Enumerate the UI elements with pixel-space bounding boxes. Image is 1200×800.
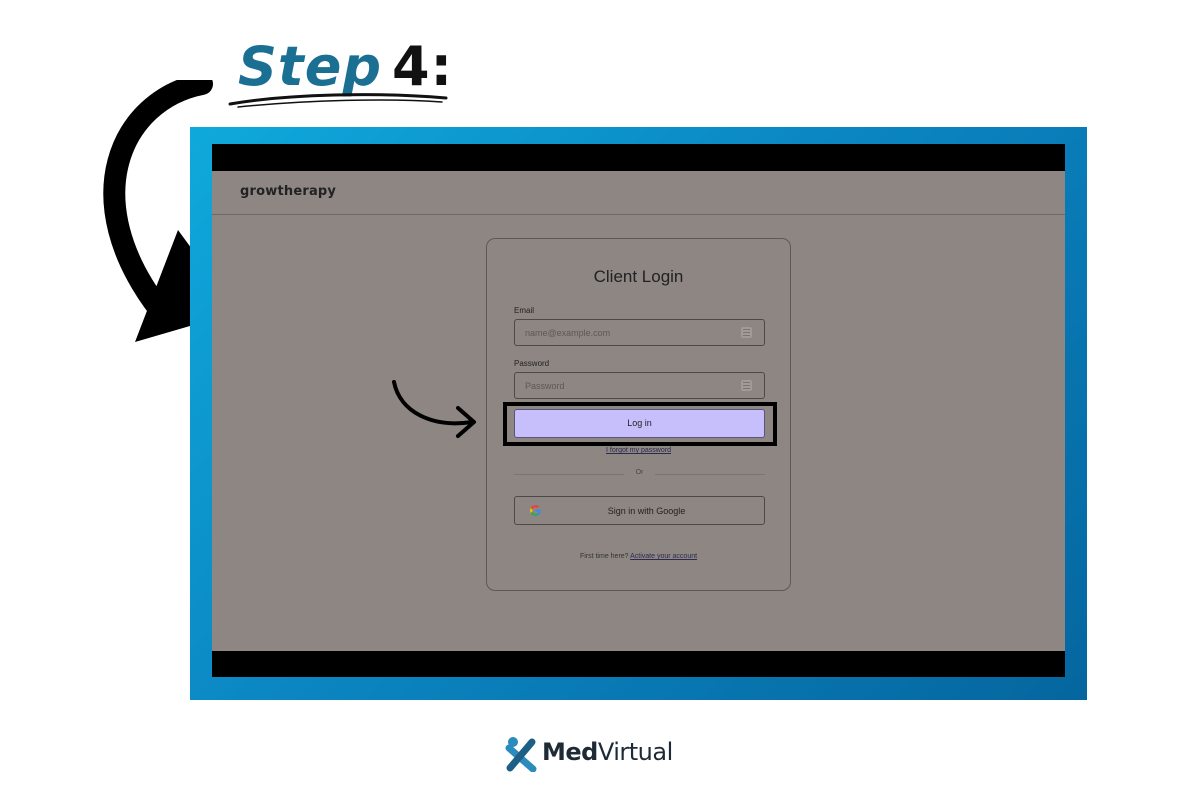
login-card: Client Login Email name@example.com Pass… xyxy=(486,238,791,591)
first-time-row: First time here? Activate your account xyxy=(487,553,790,560)
email-field[interactable]: name@example.com xyxy=(514,319,765,346)
divider-line xyxy=(655,474,765,475)
brand-logo[interactable]: growtherapy xyxy=(240,184,336,199)
google-button-label: Sign in with Google xyxy=(607,506,686,516)
step-number: 4: xyxy=(391,35,454,98)
app-header: growtherapy xyxy=(212,171,1065,215)
logo-text-regular: Virtual xyxy=(597,738,673,766)
step-word: Step xyxy=(238,35,382,98)
logo-text-bold: Med xyxy=(542,738,598,766)
step-heading: Step 4: xyxy=(238,36,453,98)
email-label: Email xyxy=(514,306,535,315)
medvirtual-logo-icon xyxy=(505,737,537,772)
screenshot-frame: growtherapy Client Login Email name@exam… xyxy=(190,127,1087,700)
letterbox-top xyxy=(212,144,1065,171)
app-screen: growtherapy Client Login Email name@exam… xyxy=(212,144,1065,677)
password-field[interactable]: Password xyxy=(514,372,765,399)
login-title: Client Login xyxy=(593,267,684,286)
highlight-box xyxy=(503,402,777,446)
brush-underline-icon xyxy=(228,93,448,108)
keyboard-icon[interactable] xyxy=(741,380,752,391)
logo-text: MedVirtual xyxy=(542,738,673,766)
activate-account-link[interactable]: Activate your account xyxy=(630,553,697,560)
google-signin-button[interactable]: Sign in with Google xyxy=(514,496,765,525)
keyboard-icon[interactable] xyxy=(741,327,752,338)
small-curved-arrow-icon xyxy=(392,380,476,438)
or-divider: Or xyxy=(514,469,765,479)
first-time-text: First time here? xyxy=(579,553,629,560)
letterbox-bottom xyxy=(212,651,1065,677)
forgot-password-link[interactable]: I forgot my password xyxy=(487,447,790,454)
email-placeholder: name@example.com xyxy=(525,328,611,338)
password-label: Password xyxy=(514,359,550,368)
password-placeholder: Password xyxy=(525,381,565,391)
